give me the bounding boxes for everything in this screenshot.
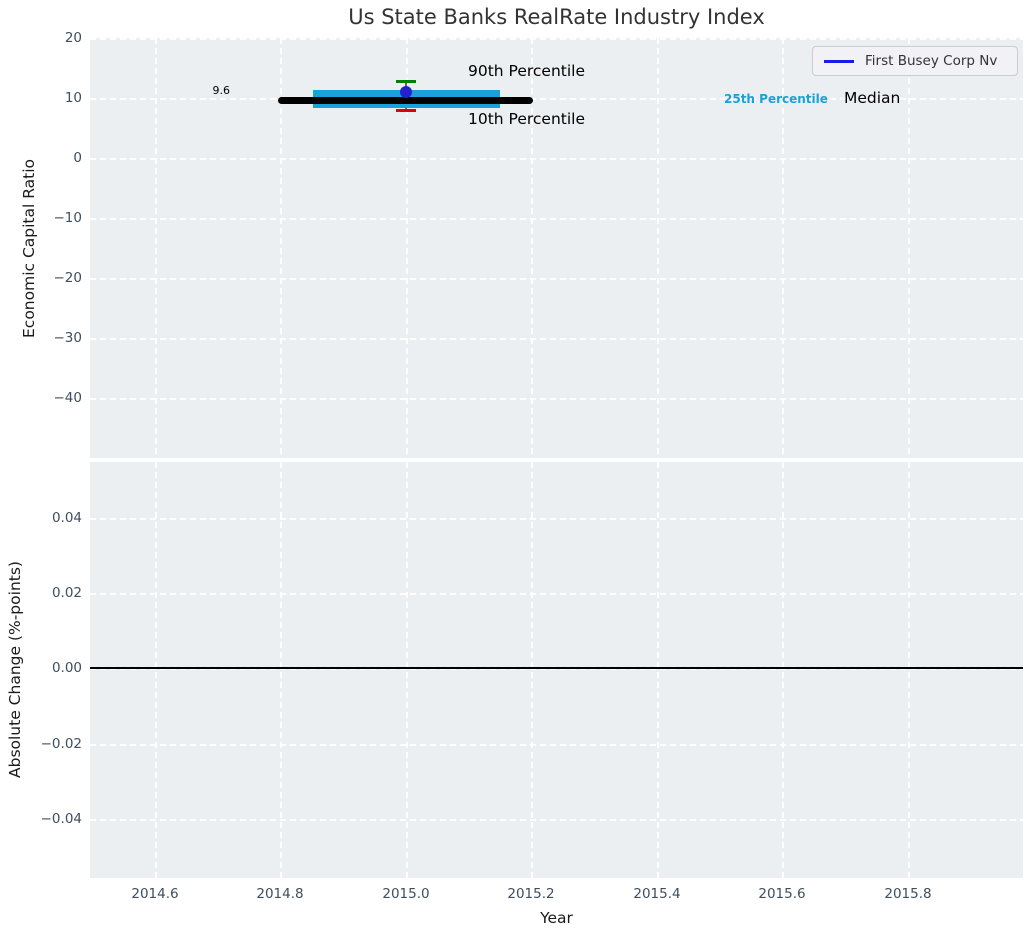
ytick-label: 20 xyxy=(64,30,82,46)
gridline-v xyxy=(155,462,157,878)
top-subplot-area: 9.6 90th Percentile 10th Percentile 25th… xyxy=(90,38,1023,458)
x-axis-label: Year xyxy=(540,909,573,927)
ytick-label: 10 xyxy=(64,90,82,106)
chart-title: Us State Banks RealRate Industry Index xyxy=(348,5,765,29)
bottom-subplot-area xyxy=(90,462,1023,878)
gridline-v xyxy=(406,462,408,878)
ytick-label: 0 xyxy=(73,150,82,166)
zero-line xyxy=(90,667,1023,669)
ytick-label: −20 xyxy=(53,270,83,286)
gridline-v xyxy=(657,462,659,878)
gridline-h xyxy=(90,744,1023,746)
xtick-label: 2014.8 xyxy=(256,886,304,902)
xtick-label: 2015.6 xyxy=(758,886,806,902)
gridline-h xyxy=(90,278,1023,280)
gridline-v xyxy=(531,462,533,878)
top-y-axis-label: Economic Capital Ratio xyxy=(20,158,38,338)
gridline-v xyxy=(908,462,910,878)
xtick-label: 2015.0 xyxy=(382,886,430,902)
gridline-v xyxy=(657,38,659,458)
ytick-label: −30 xyxy=(53,330,83,346)
bottom-y-axis-label: Absolute Change (%-points) xyxy=(6,561,24,779)
median-line xyxy=(278,97,533,104)
p90-cap xyxy=(396,80,416,83)
legend-label: First Busey Corp Nv xyxy=(865,53,998,69)
ytick-label: −10 xyxy=(53,210,83,226)
gridline-v xyxy=(155,38,157,458)
p10-annotation: 10th Percentile xyxy=(468,110,586,128)
gridline-v xyxy=(908,38,910,458)
company-point xyxy=(400,86,412,98)
median-value-annotation: 9.6 xyxy=(212,84,231,97)
xtick-label: 2015.8 xyxy=(884,886,932,902)
gridline-v xyxy=(782,462,784,878)
legend: First Busey Corp Nv xyxy=(812,46,1018,76)
gridline-h xyxy=(90,38,1023,40)
median-annotation: Median xyxy=(844,89,901,107)
p90-annotation: 90th Percentile xyxy=(468,62,586,80)
gridline-h xyxy=(90,398,1023,400)
p25-annotation: 25th Percentile xyxy=(724,92,828,106)
gridline-h xyxy=(90,819,1023,821)
ytick-label: −40 xyxy=(53,390,83,406)
gridline-h xyxy=(90,218,1023,220)
p10-cap xyxy=(396,109,416,112)
gridline-h xyxy=(90,158,1023,160)
gridline-h xyxy=(90,338,1023,340)
xtick-label: 2014.6 xyxy=(131,886,179,902)
gridline-h xyxy=(90,518,1023,520)
xtick-label: 2015.2 xyxy=(507,886,555,902)
gridline-h xyxy=(90,593,1023,595)
xtick-label: 2015.4 xyxy=(633,886,681,902)
legend-line-sample xyxy=(824,59,854,63)
gridline-v xyxy=(280,462,282,878)
